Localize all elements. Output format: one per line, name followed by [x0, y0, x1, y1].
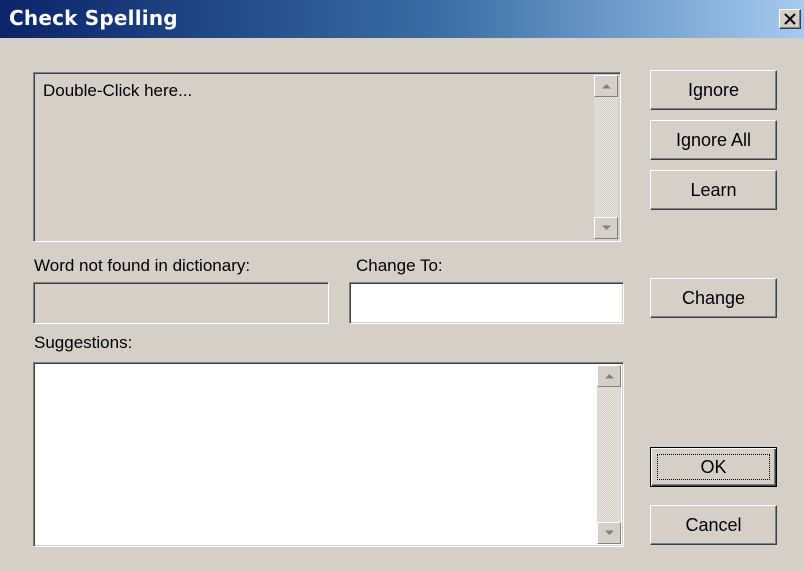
context-text-area[interactable]: Double-Click here...	[33, 72, 621, 242]
change-button[interactable]: Change	[650, 278, 777, 318]
suggestions-scrollbar[interactable]	[597, 365, 621, 544]
ignore-button[interactable]: Ignore	[650, 70, 777, 110]
arrow-up-icon	[605, 374, 614, 379]
scroll-down-button[interactable]	[594, 217, 618, 239]
context-scrollbar[interactable]	[594, 75, 618, 239]
arrow-up-icon	[602, 84, 611, 89]
arrow-down-icon	[605, 530, 614, 535]
change-to-label: Change To:	[356, 256, 443, 275]
window-title: Check Spelling	[9, 6, 178, 30]
cancel-button[interactable]: Cancel	[650, 505, 777, 545]
title-bar[interactable]: Check Spelling	[0, 0, 804, 38]
suggestions-list[interactable]	[33, 362, 624, 547]
context-text: Double-Click here...	[43, 81, 193, 100]
change-to-input[interactable]	[349, 282, 624, 324]
learn-button[interactable]: Learn	[650, 170, 777, 210]
check-spelling-dialog: Check Spelling Double-Click here... Word…	[0, 0, 804, 571]
word-not-found-label: Word not found in dictionary:	[34, 256, 251, 275]
scroll-up-button[interactable]	[597, 365, 621, 387]
suggestions-label: Suggestions:	[34, 333, 133, 352]
ignore-all-button[interactable]: Ignore All	[650, 120, 777, 160]
close-icon	[784, 13, 796, 25]
scroll-down-button[interactable]	[597, 522, 621, 544]
ok-button-label: OK	[700, 456, 727, 477]
close-button[interactable]	[779, 9, 801, 29]
scroll-up-button[interactable]	[594, 75, 618, 97]
arrow-down-icon	[602, 225, 611, 230]
ok-button[interactable]: OK	[650, 447, 777, 487]
word-not-found-field	[33, 282, 329, 324]
